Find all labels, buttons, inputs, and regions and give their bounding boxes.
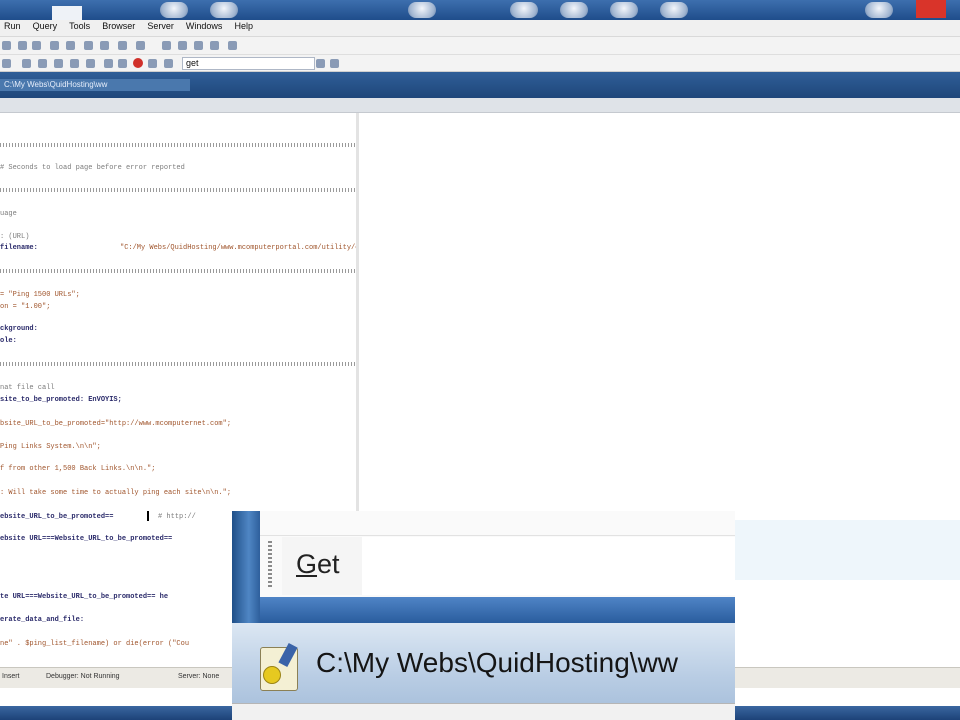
code-line: # http:// xyxy=(158,513,196,521)
code-line: = "Ping 1500 URLs"; xyxy=(0,291,80,299)
separator-line xyxy=(0,269,356,273)
outdent-icon[interactable] xyxy=(100,41,109,50)
taskbar-icon-orb-6[interactable] xyxy=(865,2,893,18)
pane-header xyxy=(0,98,960,113)
code-line: ebsite URL===Website_URL_to_be_promoted=… xyxy=(0,535,173,543)
undo-icon[interactable] xyxy=(18,41,27,50)
toolbar-grip-handle[interactable] xyxy=(268,541,272,589)
separator-line xyxy=(0,362,356,366)
status-insert: Insert xyxy=(2,673,20,680)
refresh-icon[interactable] xyxy=(148,59,157,68)
pen-icon xyxy=(278,642,298,668)
code-line: f from other 1,500 Back Links.\n\n."; xyxy=(0,465,156,473)
italic-icon[interactable] xyxy=(66,41,75,50)
code-line: Ping Links System.\n\n"; xyxy=(0,443,101,451)
open-icon[interactable] xyxy=(2,41,11,50)
separator-line xyxy=(0,143,356,147)
go-icon[interactable] xyxy=(316,59,325,68)
main-toolbar xyxy=(0,37,960,55)
get-button-label: Get xyxy=(296,549,340,580)
status-server: Server: None xyxy=(178,673,220,680)
replace-icon[interactable] xyxy=(210,41,219,50)
taskbar-top xyxy=(0,0,960,20)
paste-icon[interactable] xyxy=(178,41,187,50)
code-line: ne" . $ping_list_filename) or die(error … xyxy=(0,640,190,648)
menu-item-server[interactable]: Server xyxy=(147,21,174,31)
find-icon[interactable] xyxy=(194,41,203,50)
code-line: filename: xyxy=(0,244,38,252)
code-line: "C:/My Webs/QuidHosting/www.mcomputerpor… xyxy=(120,244,356,252)
badge-icon xyxy=(263,666,281,684)
taskbar-icon-orb-5[interactable] xyxy=(660,2,688,18)
get-input[interactable] xyxy=(362,537,735,595)
separator-line xyxy=(0,188,356,192)
taskbar-icon-green-2[interactable] xyxy=(210,2,238,18)
back-icon[interactable] xyxy=(104,59,113,68)
taskbar-icon-orb-1[interactable] xyxy=(408,2,436,18)
code-line: : (URL) xyxy=(0,233,30,241)
menu-bar: Run Query Tools Browser Server Windows H… xyxy=(0,20,960,37)
list-icon[interactable] xyxy=(118,41,127,50)
code-line: erate_data_and_file: xyxy=(0,616,85,624)
forward-icon[interactable] xyxy=(118,59,127,68)
menu-item-run[interactable]: Run xyxy=(4,21,21,31)
file-tab[interactable]: C:\My Webs\QuidHosting\ww xyxy=(0,79,190,91)
preview-pane[interactable] xyxy=(359,113,960,523)
code-line: uage xyxy=(0,210,17,218)
cut-icon[interactable] xyxy=(136,41,145,50)
format-icon[interactable] xyxy=(228,41,237,50)
arrow-icon[interactable] xyxy=(2,59,11,68)
close-button[interactable] xyxy=(916,0,946,18)
menu-item-help[interactable]: Help xyxy=(234,21,253,31)
home-icon[interactable] xyxy=(164,59,173,68)
document-icon xyxy=(260,642,298,691)
document-path[interactable]: C:\My Webs\QuidHosting\ww xyxy=(316,647,678,679)
menu-item-windows[interactable]: Windows xyxy=(186,21,223,31)
taskbar-icon-orb-2[interactable] xyxy=(510,2,538,18)
overlay-bottom-edge xyxy=(232,703,735,720)
code-line: ebsite_URL_to_be_promoted== xyxy=(0,513,114,521)
code-line: te URL===Website_URL_to_be_promoted== he xyxy=(0,593,169,601)
get-button-label-rest: et xyxy=(317,549,340,579)
go-field[interactable]: get xyxy=(182,57,315,70)
code-line: : Will take some time to actually ping e… xyxy=(0,489,232,497)
overlay-toolbar-strip xyxy=(260,511,735,536)
redo-icon[interactable] xyxy=(32,41,41,50)
code-line: site_to_be_promoted: EnVOYIS; xyxy=(0,396,122,404)
nav-toolbar: get xyxy=(0,55,960,72)
code-line: on = "1.00"; xyxy=(0,303,51,311)
globe-icon[interactable] xyxy=(330,59,339,68)
status-debugger: Debugger: Not Running xyxy=(46,673,120,680)
taskbar-icon-orb-3[interactable] xyxy=(560,2,588,18)
table-icon[interactable] xyxy=(54,59,63,68)
down-icon[interactable] xyxy=(22,59,31,68)
taskbar-tab[interactable] xyxy=(52,6,82,20)
copy-icon[interactable] xyxy=(162,41,171,50)
zoom-overlay: Get C:\My Webs\QuidHosting\ww xyxy=(232,511,735,720)
taskbar-icon-orb-4[interactable] xyxy=(610,2,638,18)
get-accelerator-letter: G xyxy=(296,549,318,579)
menu-item-query[interactable]: Query xyxy=(33,21,58,31)
bold-icon[interactable] xyxy=(50,41,59,50)
menu-item-browser[interactable]: Browser xyxy=(102,21,135,31)
grid-icon[interactable] xyxy=(38,59,47,68)
indent-icon[interactable] xyxy=(84,41,93,50)
menu-item-tools[interactable]: Tools xyxy=(69,21,90,31)
stop-icon[interactable] xyxy=(133,58,143,68)
code-line: # Seconds to load page before error repo… xyxy=(0,164,185,172)
zoom-icon[interactable] xyxy=(70,59,79,68)
view-icon[interactable] xyxy=(86,59,95,68)
code-line: nat file call xyxy=(0,384,55,392)
taskbar-icon-green[interactable] xyxy=(160,2,188,18)
overlay-blue-bar xyxy=(260,597,735,623)
background-strip xyxy=(735,520,960,580)
code-line: ole: xyxy=(0,337,17,345)
text-caret xyxy=(147,511,149,521)
code-line: ckground: xyxy=(0,325,38,333)
code-line: bsite_URL_to_be_promoted="http://www.mco… xyxy=(0,420,232,428)
